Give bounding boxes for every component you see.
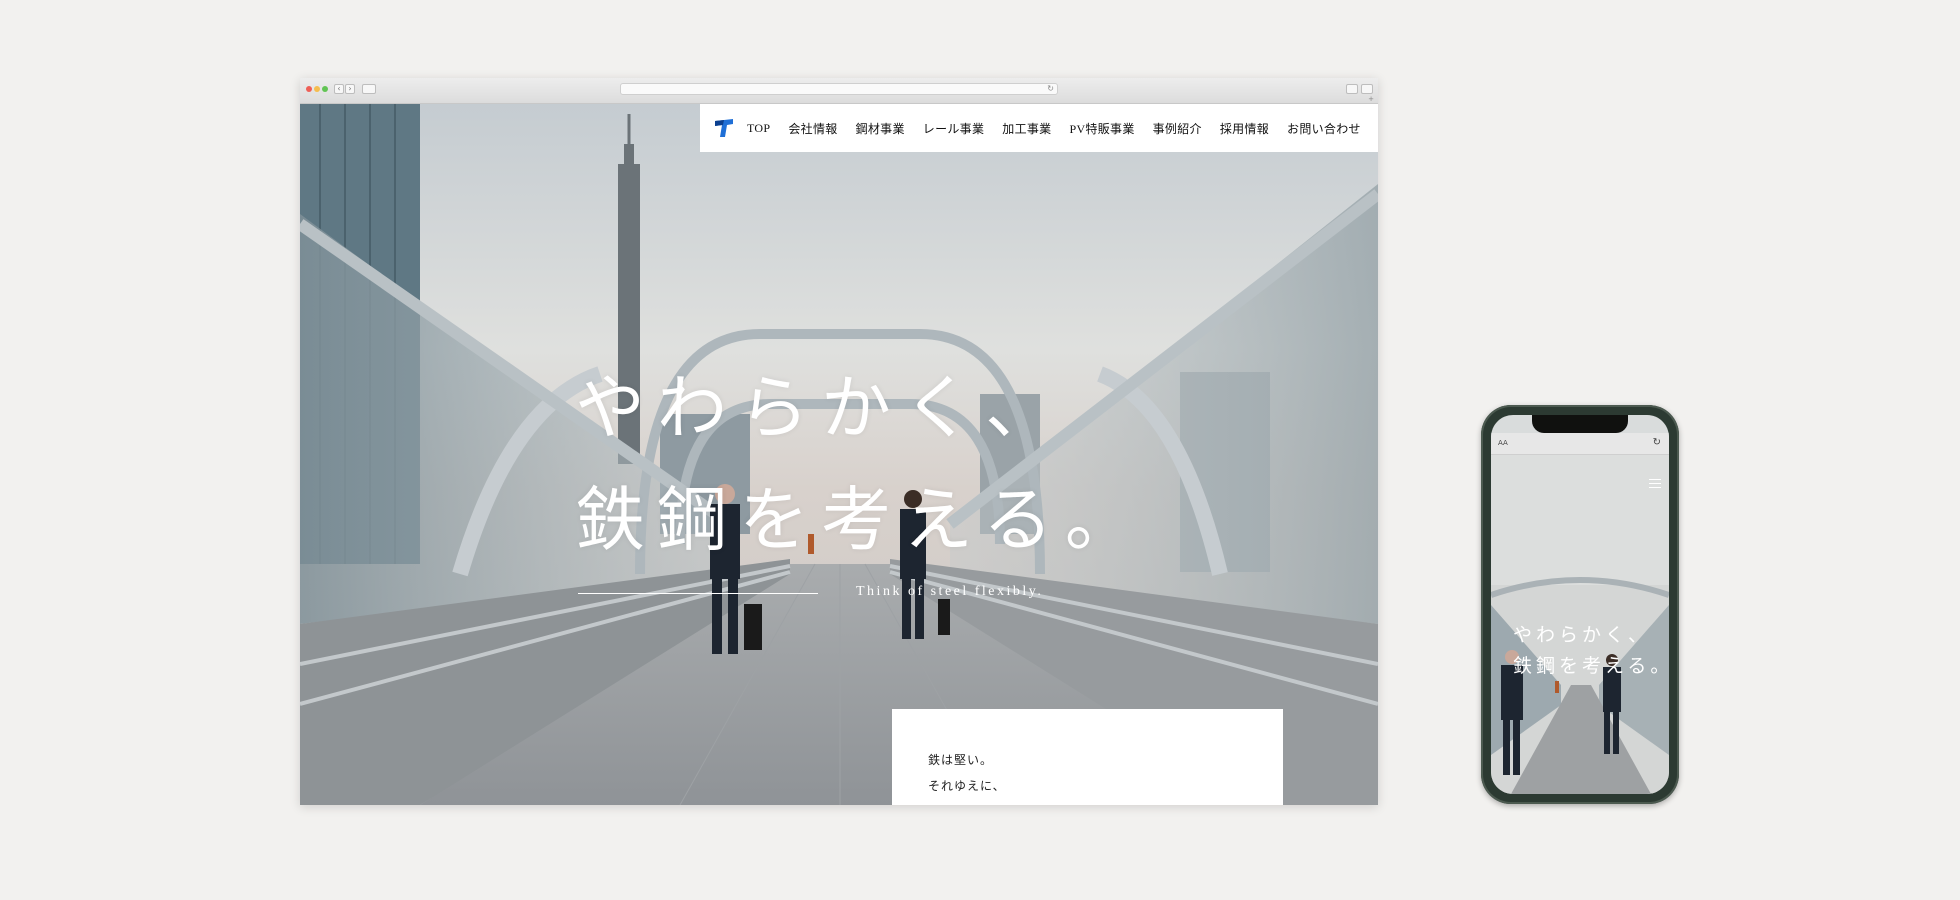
nav-company-info[interactable]: 会社情報	[788, 120, 837, 137]
intro-line2: それゆえに、	[928, 779, 1006, 793]
desktop-browser-window: ‹ › ↻ + TOP 会社情報 鋼材事業 レール事業 加工事業 PV特販事業 …	[300, 78, 1378, 805]
phone-screen: AA ↻ やわらかく、 鉄鋼を考える。	[1491, 415, 1669, 794]
forward-icon[interactable]: ›	[345, 84, 355, 94]
nav-processing-business[interactable]: 加工事業	[1002, 120, 1051, 137]
mobile-hero-title: やわらかく、 鉄鋼を考える。	[1513, 620, 1669, 682]
site-navigation: TOP 会社情報 鋼材事業 レール事業 加工事業 PV特販事業 事例紹介 採用情…	[700, 104, 1378, 152]
reload-icon[interactable]: ↻	[1047, 84, 1054, 94]
nav-recruitment[interactable]: 採用情報	[1220, 120, 1269, 137]
intro-line1: 鉄は堅い。	[928, 753, 994, 767]
sidebar-toggle-icon[interactable]	[362, 84, 376, 94]
phone-notch	[1532, 415, 1628, 433]
reload-icon[interactable]: ↻	[1653, 437, 1661, 448]
text-size-button[interactable]: AA	[1498, 439, 1508, 447]
hamburger-menu-icon[interactable]	[1649, 479, 1661, 491]
hero-section: TOP 会社情報 鋼材事業 レール事業 加工事業 PV特販事業 事例紹介 採用情…	[300, 104, 1378, 805]
mobile-title-line2: 鉄鋼を考える。	[1513, 656, 1669, 677]
hero-title: やわらかく、 鉄鋼を考える。	[575, 354, 1147, 578]
intro-text-box: 鉄は堅い。 それゆえに、	[892, 709, 1283, 805]
mobile-address-bar[interactable]: AA ↻	[1491, 433, 1669, 455]
hero-subtitle: Think of steel flexibly.	[856, 584, 1044, 599]
nav-steel-business[interactable]: 鋼材事業	[856, 120, 905, 137]
close-window-button[interactable]	[306, 86, 312, 92]
nav-top[interactable]: TOP	[747, 121, 770, 136]
hero-divider	[578, 593, 818, 594]
hero-title-line2: 鉄鋼を考える。	[575, 483, 1147, 560]
t-mark-logo[interactable]	[714, 118, 734, 138]
nav-pv-sales-business[interactable]: PV特販事業	[1069, 120, 1134, 137]
hero-title-line1: やわらかく、	[575, 371, 1067, 448]
tabs-overview-icon[interactable]	[1361, 84, 1373, 94]
browser-toolbar: ‹ › ↻ +	[300, 78, 1378, 104]
share-icon[interactable]	[1346, 84, 1358, 94]
minimize-window-button[interactable]	[314, 86, 320, 92]
nav-contact[interactable]: お問い合わせ	[1287, 120, 1361, 137]
back-icon[interactable]: ‹	[334, 84, 344, 94]
mobile-title-line1: やわらかく、	[1513, 625, 1652, 646]
maximize-window-button[interactable]	[322, 86, 328, 92]
new-tab-icon[interactable]: +	[1368, 95, 1374, 103]
nav-case-studies[interactable]: 事例紹介	[1153, 120, 1202, 137]
nav-rail-business[interactable]: レール事業	[923, 120, 985, 137]
address-bar[interactable]: ↻	[620, 83, 1058, 95]
mobile-phone-mockup: AA ↻ やわらかく、 鉄鋼を考える。	[1481, 405, 1679, 804]
